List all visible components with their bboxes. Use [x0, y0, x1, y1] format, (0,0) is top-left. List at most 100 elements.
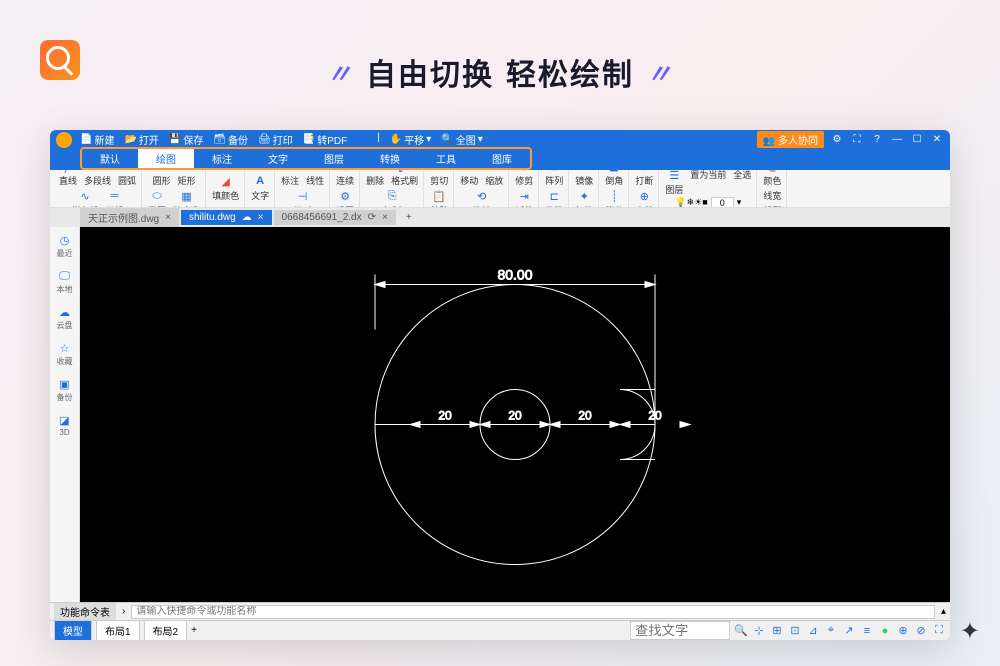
sidebar-favorites[interactable]: ☆收藏: [57, 341, 73, 367]
tool-spline[interactable]: ∿样条线: [70, 188, 101, 208]
expand-icon[interactable]: ⛶: [850, 133, 864, 147]
tool-dim[interactable]: ⟷标注: [279, 170, 301, 189]
tool-cut[interactable]: ✂剪切: [428, 170, 450, 189]
expand-cmd-icon[interactable]: ▴: [941, 606, 946, 617]
tool-scale[interactable]: ⤢缩放: [483, 170, 505, 189]
tool-relative[interactable]: ⊣相对: [292, 188, 314, 208]
tool-break[interactable]: ⊘打断: [633, 170, 655, 189]
close-icon[interactable]: ×: [382, 212, 388, 223]
layer-select[interactable]: 0: [711, 197, 734, 208]
sidebar-3d[interactable]: ◪3D: [58, 413, 72, 437]
polar-icon[interactable]: ⊿: [806, 624, 820, 638]
cmd-label[interactable]: 功能命令表: [54, 603, 116, 620]
menu-print[interactable]: 🖨 打印: [258, 132, 293, 147]
tool-mirror[interactable]: ⇋镜像: [573, 170, 595, 189]
settings-icon[interactable]: ⚙: [830, 133, 844, 147]
tool-explode[interactable]: ✦打散: [573, 188, 595, 208]
track-icon[interactable]: ↗: [842, 624, 856, 638]
tab-convert[interactable]: 转换: [362, 149, 418, 168]
fullscreen-icon[interactable]: ⛶: [932, 624, 946, 638]
tool-current[interactable]: 置为当前: [688, 170, 728, 198]
sidebar-backup[interactable]: ▣备份: [57, 377, 73, 403]
tool-circle[interactable]: ○圆形: [151, 170, 173, 189]
tool-fillcolor[interactable]: ◢填颜色: [210, 173, 241, 203]
tool-dline[interactable]: ═双线: [104, 188, 126, 208]
help-icon[interactable]: ?: [870, 133, 884, 147]
collab-button[interactable]: 👥 多人协同: [757, 131, 824, 148]
menu-zoom-all[interactable]: 🔍 全图 ▾: [441, 132, 482, 147]
tool-trim[interactable]: ⊹修剪: [513, 170, 535, 189]
tab-annotate[interactable]: 标注: [194, 149, 250, 168]
tool-ellipse[interactable]: ⬭椭圆: [146, 188, 168, 208]
layer-state-icons[interactable]: 💡❄☀■: [675, 197, 707, 208]
tool-text[interactable]: A文字: [249, 173, 271, 203]
status-layout1[interactable]: 布局1: [96, 620, 140, 640]
tab-draw[interactable]: 绘图: [138, 149, 194, 168]
tab-text[interactable]: 文字: [250, 149, 306, 168]
search-input[interactable]: [630, 621, 730, 640]
tab-layer[interactable]: 图层: [306, 149, 362, 168]
menu-backup[interactable]: 🗃 备份: [213, 132, 248, 147]
menu-save[interactable]: 💾 保存: [169, 132, 203, 147]
tab-default[interactable]: 默认: [82, 149, 138, 168]
menu-open[interactable]: 📂 打开: [124, 132, 158, 147]
drawing-canvas[interactable]: 80.00 20: [80, 227, 950, 602]
tool-chamfer[interactable]: ◣倒角: [603, 170, 625, 189]
tool-format[interactable]: 🖌格式刷: [389, 170, 420, 189]
sidebar-cloud[interactable]: ☁云盘: [57, 305, 73, 331]
tool-continue[interactable]: ⊕连续: [334, 170, 356, 189]
tool-arc[interactable]: ◠圆弧: [116, 170, 138, 189]
search-icon[interactable]: 🔍: [734, 624, 748, 638]
tool-rotate[interactable]: ⟲旋转: [471, 188, 493, 208]
tool-settings[interactable]: ⚙设置: [334, 188, 356, 208]
tool-color[interactable]: 🎨颜色: [761, 170, 783, 189]
command-input[interactable]: [131, 605, 935, 619]
lineweight-icon[interactable]: ≡: [860, 624, 874, 638]
status-layout2[interactable]: 布局2: [144, 620, 188, 640]
sidebar-local[interactable]: 🖵本地: [57, 269, 73, 295]
tool-array[interactable]: ⊞阵列: [543, 170, 565, 189]
tool-divide[interactable]: ┊等分: [603, 188, 625, 208]
status-model[interactable]: 模型: [54, 620, 92, 640]
tool-copy[interactable]: ⎘复制: [381, 188, 403, 208]
tool-line[interactable]: ╱直线: [57, 170, 79, 189]
file-tab-1[interactable]: 天正示例图.dwg×: [80, 208, 179, 227]
tool-linear[interactable]: ⊢线性: [304, 170, 326, 189]
tool-paste[interactable]: 📋粘贴: [428, 188, 450, 208]
menu-pdf[interactable]: 📑 转PDF: [303, 132, 347, 147]
menu-new[interactable]: 📄 新建: [80, 132, 114, 147]
tool-rect[interactable]: ▭矩形: [176, 170, 198, 189]
more-icon[interactable]: ⊘: [914, 624, 928, 638]
tool-offset[interactable]: ⊏偏移: [543, 188, 565, 208]
minimize-button[interactable]: —: [890, 133, 904, 147]
tool-extend[interactable]: ⇥延伸: [513, 188, 535, 208]
tool-join[interactable]: ⊕合并: [633, 188, 655, 208]
tool-hatch[interactable]: ▦填充案: [171, 188, 202, 208]
chevron-icon[interactable]: ›: [122, 606, 125, 617]
add-layout-button[interactable]: +: [191, 625, 197, 636]
settings-icon[interactable]: ⊕: [896, 624, 910, 638]
globe-icon[interactable]: ●: [878, 624, 892, 638]
add-tab-button[interactable]: +: [398, 210, 420, 225]
tool-delete[interactable]: ✖删除: [364, 170, 386, 189]
snap-icon[interactable]: ⊹: [752, 624, 766, 638]
tool-selectall[interactable]: 全选: [731, 170, 753, 198]
grid-icon[interactable]: ⊞: [770, 624, 784, 638]
osnap-icon[interactable]: ⌖: [824, 624, 838, 638]
close-icon[interactable]: ×: [258, 212, 264, 223]
tab-library[interactable]: 图库: [474, 149, 530, 168]
chevron-down-icon[interactable]: ▾: [737, 197, 742, 208]
file-tab-3[interactable]: 0668456691_2.dx⟳×: [274, 210, 396, 225]
close-icon[interactable]: ×: [165, 212, 171, 223]
menu-pan[interactable]: ✋ 平移 ▾: [390, 132, 431, 147]
tool-lineweight[interactable]: 线宽: [761, 188, 783, 203]
tab-tools[interactable]: 工具: [418, 149, 474, 168]
tool-layer[interactable]: ☰图层: [663, 170, 685, 198]
file-tab-2[interactable]: shilitu.dwg☁×: [181, 210, 272, 225]
sidebar-recent[interactable]: ◷最近: [57, 233, 73, 259]
tool-move[interactable]: ✥移动: [458, 170, 480, 189]
tool-polyline[interactable]: ⌇多段线: [82, 170, 113, 189]
close-button[interactable]: ✕: [930, 133, 944, 147]
user-avatar[interactable]: [56, 132, 72, 148]
maximize-button[interactable]: ☐: [910, 133, 924, 147]
